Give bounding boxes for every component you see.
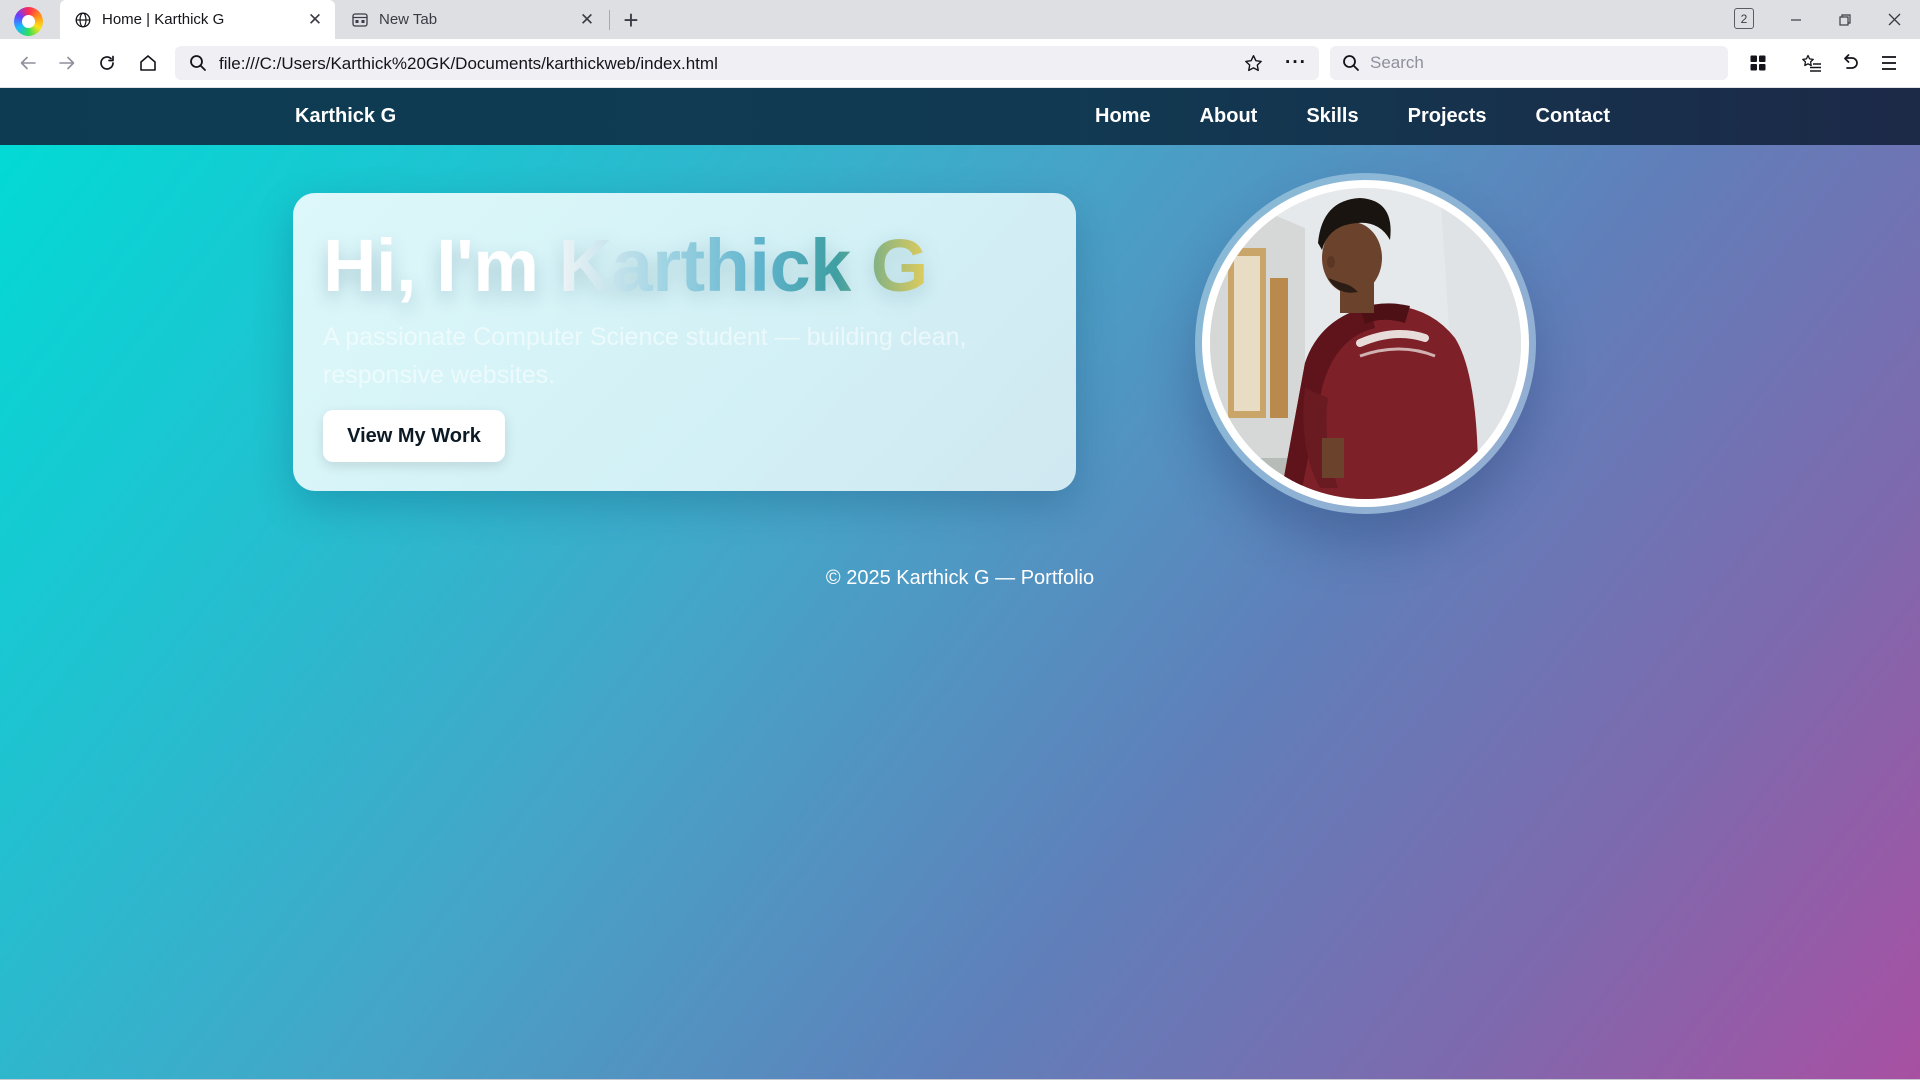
tab-home-karthick[interactable]: Home | Karthick G ✕ [60, 0, 335, 39]
search-icon [1342, 54, 1360, 77]
tab-divider [609, 10, 610, 30]
more-actions-icon[interactable]: ··· [1285, 52, 1307, 74]
url-text[interactable]: file:///C:/Users/Karthick%20GK/Documents… [219, 54, 718, 74]
nav-link-contact[interactable]: Contact [1536, 105, 1610, 128]
home-icon[interactable] [132, 47, 164, 79]
profile-avatar [1195, 173, 1536, 514]
tab-new-tab[interactable]: New Tab ✕ [337, 0, 607, 39]
nav-link-about[interactable]: About [1200, 105, 1258, 128]
globe-icon [74, 11, 92, 29]
tab-title: New Tab [379, 11, 438, 28]
nav-link-home[interactable]: Home [1095, 105, 1151, 128]
undo-icon[interactable] [1834, 47, 1866, 79]
close-tab-icon[interactable]: ✕ [575, 8, 599, 32]
hero-title: Hi, I'm Karthick G [323, 223, 928, 308]
search-icon [189, 54, 207, 77]
reload-icon[interactable] [91, 47, 123, 79]
footer-copyright: © 2025 Karthick G — Portfolio [825, 567, 1095, 589]
tab-count-badge[interactable]: 2 [1734, 8, 1754, 29]
bookmarks-list-icon[interactable] [1796, 47, 1828, 79]
close-window-icon[interactable] [1871, 0, 1917, 39]
view-my-work-button[interactable]: View My Work [323, 410, 505, 462]
nav-link-skills[interactable]: Skills [1306, 105, 1358, 128]
profile-photo [1210, 188, 1521, 499]
close-tab-icon[interactable]: ✕ [303, 8, 327, 32]
search-input[interactable] [1370, 53, 1710, 73]
forward-arrow-icon[interactable] [51, 47, 83, 79]
menu-hamburger-icon[interactable] [1873, 47, 1905, 79]
new-tab-button[interactable]: + [616, 5, 646, 35]
page-viewport: Karthick G Home About Skills Projects Co… [0, 88, 1920, 1079]
site-navbar: Karthick G Home About Skills Projects Co… [0, 88, 1920, 145]
avatar-frame [1202, 180, 1529, 507]
nav-links: Home About Skills Projects Contact [1095, 88, 1610, 145]
tab-strip: Home | Karthick G ✕ New Tab ✕ + 2 [0, 0, 1920, 39]
restore-icon[interactable] [1822, 0, 1868, 39]
nav-toolbar: file:///C:/Users/Karthick%20GK/Documents… [0, 39, 1920, 88]
site-brand[interactable]: Karthick G [295, 105, 396, 128]
minimize-icon[interactable] [1773, 0, 1819, 39]
search-bar[interactable] [1330, 46, 1728, 80]
browser-logo-icon[interactable] [14, 7, 43, 36]
tab-title: Home | Karthick G [102, 11, 225, 28]
address-bar[interactable]: file:///C:/Users/Karthick%20GK/Documents… [175, 46, 1319, 80]
hero-subtitle: A passionate Computer Science student — … [323, 323, 967, 389]
back-arrow-icon[interactable] [12, 47, 44, 79]
newtab-page-icon [351, 11, 369, 29]
hero-greeting: Hi, I'm [323, 224, 559, 307]
extensions-grid-icon[interactable] [1742, 47, 1774, 79]
hero-card: Hi, I'm Karthick G A passionate Computer… [293, 193, 1076, 491]
hero-name: Karthick G [558, 224, 929, 307]
nav-link-projects[interactable]: Projects [1408, 105, 1487, 128]
bookmark-star-icon[interactable] [1244, 54, 1263, 78]
